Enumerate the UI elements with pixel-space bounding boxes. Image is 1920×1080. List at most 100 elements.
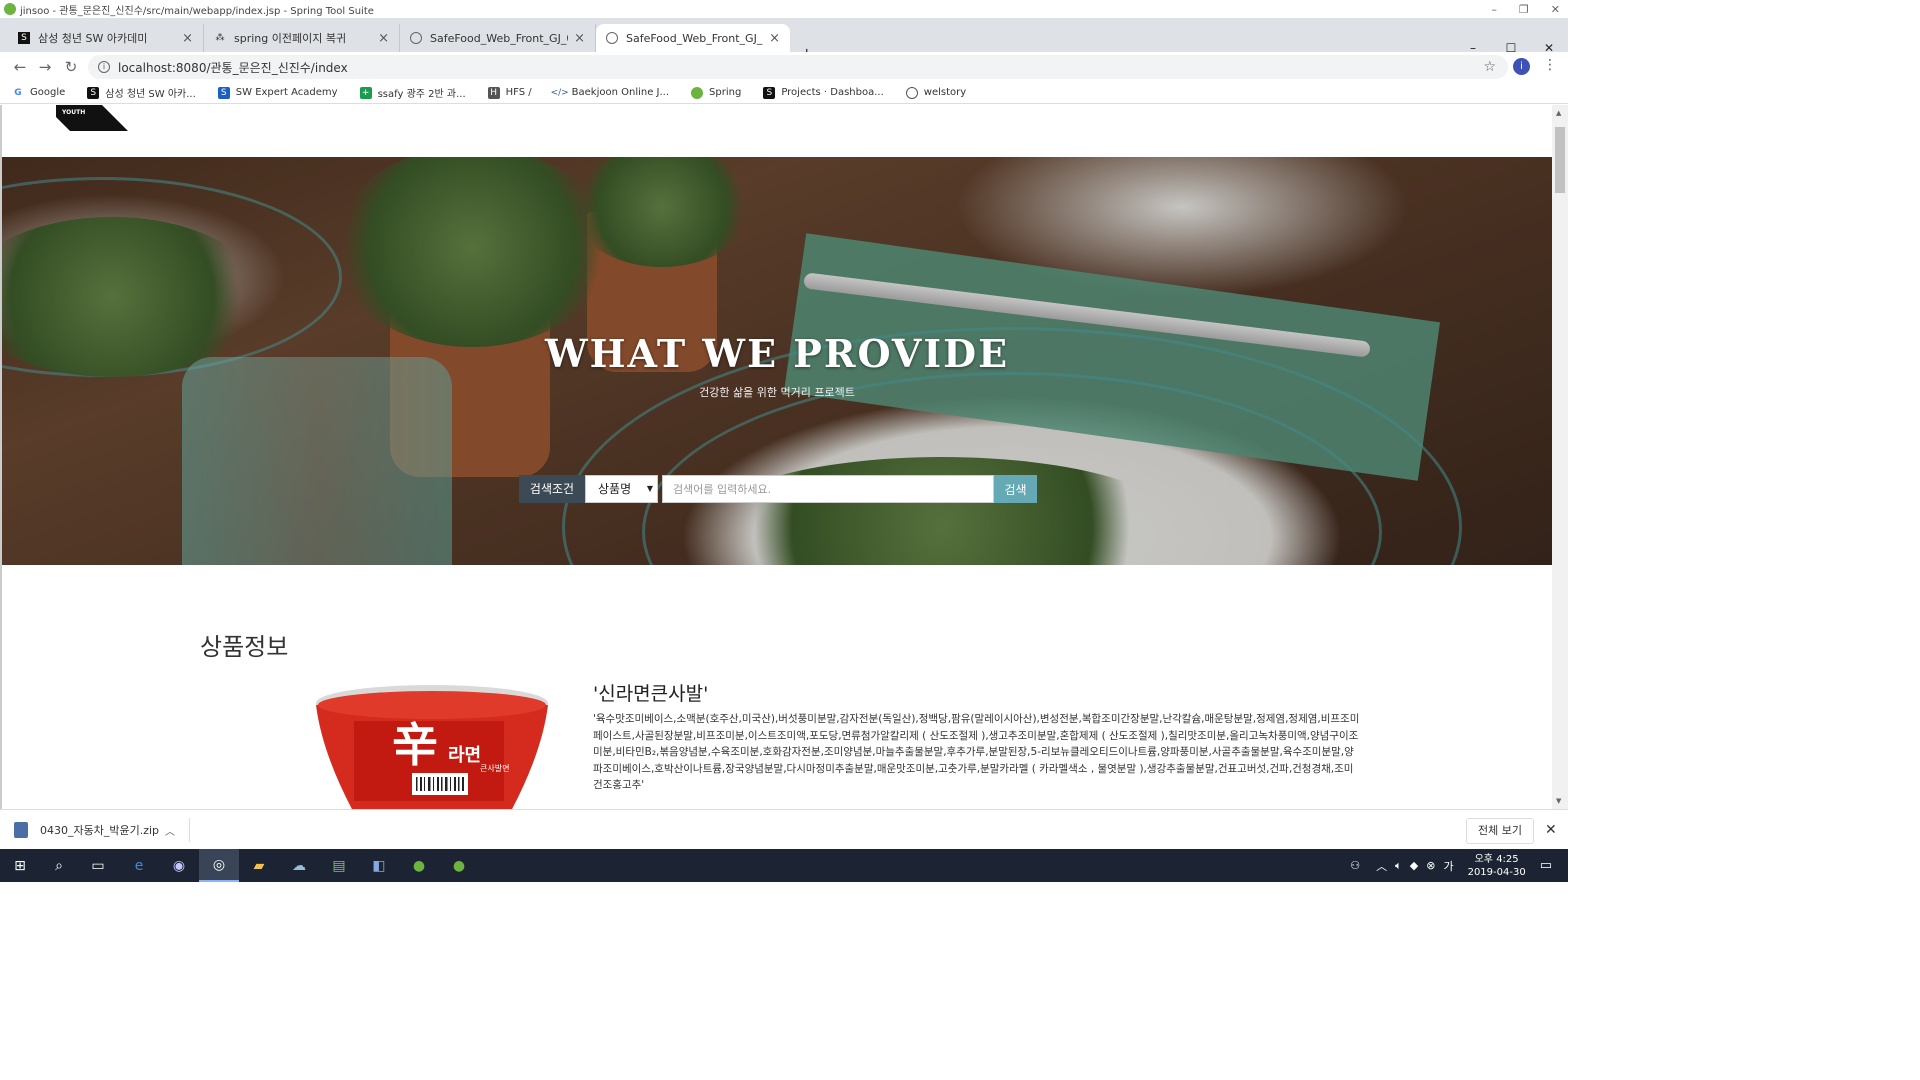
globe-icon (606, 32, 618, 44)
product-image-label-main: 辛 (392, 718, 438, 772)
internet-explorer-icon[interactable]: e (128, 855, 150, 877)
bookmark-spring[interactable]: Spring (691, 86, 741, 99)
address-url: localhost:8080/관통_문은진_신진수/index (118, 60, 348, 75)
outer-window-controls: – ❐ ✕ (1491, 0, 1560, 18)
chevron-up-icon[interactable]: ︿ (165, 823, 175, 838)
tab-ssafy[interactable]: S 삼성 청년 SW 아카데미 × (8, 24, 204, 52)
logo-text: YOUTH (62, 109, 86, 116)
clock-date: 2019-04-30 (1467, 866, 1526, 878)
close-tab-icon[interactable]: × (182, 31, 193, 46)
ssafy-icon: S (87, 86, 100, 99)
close-tab-icon[interactable]: × (574, 31, 585, 46)
notepad-icon[interactable]: ▤ (328, 855, 350, 877)
system-clock[interactable]: 오후 4:25 2019-04-30 (1468, 853, 1526, 879)
back-icon[interactable]: ← (10, 57, 30, 77)
page-scrollbar[interactable]: ▲ ▼ (1552, 105, 1568, 809)
search-button[interactable]: 검색 (994, 475, 1037, 503)
tab-safefood-1[interactable]: SafeFood_Web_Front_GJ_02_문은 × (400, 24, 596, 52)
product-description: '육수맛조미베이스,소맥분(호주산,미국산),버섯풍미분말,감자전분(독일산),… (593, 713, 1360, 791)
spring-tool-suite-icon (4, 3, 16, 15)
spring-icon (691, 86, 704, 99)
profile-avatar[interactable]: i (1513, 58, 1530, 75)
file-explorer-icon[interactable]: ▰ (248, 855, 270, 877)
tab-strip: S 삼성 청년 SW 아카데미 × ⁂ spring 이전페이지 복귀 × Sa… (0, 18, 1568, 63)
scroll-down-icon[interactable]: ▼ (1556, 797, 1561, 805)
bookmark-ssafy-gwangju[interactable]: + ssafy 광주 2반 과... (359, 85, 466, 100)
page-viewport: YOUTH WHAT WE PROVIDE 건강한 삶을 위한 먹거리 프로젝트… (0, 105, 1568, 809)
search-icon[interactable]: ⌕ (48, 855, 70, 877)
github-icon: ⁂ (215, 33, 225, 43)
address-bar[interactable]: i localhost:8080/관통_문은진_신진수/index ☆ (88, 55, 1508, 79)
site-logo[interactable]: YOUTH (56, 105, 128, 131)
volume-icon[interactable]: 🔈︎ (1395, 859, 1402, 873)
task-view-icon[interactable]: ▭ (87, 855, 109, 877)
plus-icon: + (359, 86, 372, 99)
globe-icon (410, 32, 422, 44)
tab-label: spring 이전페이지 복귀 (234, 32, 347, 45)
windows-start-icon[interactable]: ⊞ (9, 855, 31, 877)
download-item[interactable]: 0430_자동차_박윤기.zip ︿ (14, 818, 190, 842)
outer-restore-icon[interactable]: ❐ (1519, 3, 1529, 16)
tab-label: SafeFood_Web_Front_GJ_02_문은 (626, 32, 763, 45)
window-title-bar: jinsoo - 관통_문은진_신진수/src/main/webapp/inde… (0, 0, 1568, 18)
close-tab-icon[interactable]: × (769, 31, 780, 46)
ime-icon[interactable]: 가 (1443, 858, 1453, 874)
bookmark-google[interactable]: G Google (12, 87, 65, 99)
system-tray: ⚇ ︿ 🔈︎ ◆ ⊗ 가 오후 4:25 2019-04-30 ▭ (1350, 849, 1568, 882)
bookmark-welstory[interactable]: welstory (905, 86, 966, 99)
close-tab-icon[interactable]: × (378, 31, 389, 46)
bookmark-ssafy[interactable]: S 삼성 청년 SW 아카... (87, 85, 196, 100)
forward-icon[interactable]: → (35, 57, 55, 77)
bookmark-swea[interactable]: S SW Expert Academy (217, 86, 338, 99)
vscode-icon[interactable]: ◧ (368, 855, 390, 877)
reload-icon[interactable]: ↻ (61, 57, 81, 77)
outer-minimize-icon[interactable]: – (1491, 3, 1497, 16)
browser-toolbar: ← → ↻ i localhost:8080/관통_문은진_신진수/index … (0, 52, 1568, 82)
bookmark-hfs[interactable]: H HFS / (487, 86, 532, 99)
bookmark-gitlab[interactable]: S Projects · Dashboa... (763, 86, 884, 99)
download-filename: 0430_자동차_박윤기.zip (40, 824, 160, 837)
site-info-icon[interactable]: i (98, 61, 110, 73)
product-image-label-sub: 라면 (448, 745, 482, 766)
show-all-downloads-button[interactable]: 전체 보기 (1466, 818, 1534, 844)
product-name: '신라면큰사발' (593, 683, 709, 705)
outer-close-icon[interactable]: ✕ (1551, 3, 1560, 16)
product-image-label-side: 큰사발면 (480, 764, 510, 773)
spring-tool-suite-icon[interactable]: ● (448, 855, 470, 877)
search-input[interactable] (662, 475, 994, 503)
hero-title: WHAT WE PROVIDE (544, 331, 1010, 376)
more-menu-icon[interactable]: ⋮ (1543, 57, 1557, 73)
chrome-taskbar-icon[interactable]: ◎ (199, 849, 239, 882)
chevron-up-icon[interactable]: ︿ (1376, 858, 1387, 874)
spring-tool-suite-icon[interactable]: ● (408, 855, 430, 877)
bookmarks-bar: G Google S 삼성 청년 SW 아카... S SW Expert Acade… (0, 82, 1568, 104)
bookmark-baekjoon[interactable]: </> Baekjoon Online J... (551, 87, 669, 99)
app-icon[interactable]: ☁ (288, 855, 310, 877)
close-download-shelf-icon[interactable]: ✕ (1545, 822, 1557, 838)
gitlab-icon: S (763, 86, 776, 99)
tab-safefood-active[interactable]: SafeFood_Web_Front_GJ_02_문은 × (596, 24, 790, 52)
window-title: jinsoo - 관통_문은진_신진수/src/main/webapp/inde… (20, 5, 374, 17)
tab-label: SafeFood_Web_Front_GJ_02_문은 (430, 32, 568, 45)
google-icon: G (14, 87, 22, 98)
dropdown-arrow-icon: ▼ (646, 484, 653, 493)
dropbox-icon[interactable]: ◆ (1410, 859, 1418, 872)
search-form: 검색조건 상품명 ▼ 검색 (519, 475, 1037, 503)
people-icon[interactable]: ⚇ (1350, 859, 1360, 872)
hero-banner: WHAT WE PROVIDE 건강한 삶을 위한 먹거리 프로젝트 검색조건 … (2, 157, 1552, 565)
scroll-up-icon[interactable]: ▲ (1556, 109, 1561, 117)
tab-github[interactable]: ⁂ spring 이전페이지 복귀 × (204, 24, 400, 52)
bookmark-star-icon[interactable]: ☆ (1483, 59, 1496, 75)
swea-icon: S (217, 86, 230, 99)
network-icon[interactable]: ⊗ (1426, 859, 1435, 872)
search-condition-label: 검색조건 (519, 475, 585, 503)
download-shelf: 0430_자동차_박윤기.zip ︿ 전체 보기 ✕ (0, 809, 1568, 849)
search-condition-select[interactable]: 상품명 ▼ (585, 475, 658, 503)
tab-label: 삼성 청년 SW 아카데미 (38, 32, 148, 45)
scrollbar-thumb[interactable] (1555, 127, 1565, 193)
windows-taskbar: ⊞ ⌕ ▭ e ◉ ◎ ▰ ☁ ▤ ◧ ● ● ⚇ ︿ 🔈︎ ◆ ⊗ 가 오후 … (0, 849, 1568, 882)
section-title: 상품정보 (200, 633, 289, 661)
ssafy-icon: S (18, 32, 30, 44)
notification-icon[interactable]: ▭ (1540, 858, 1552, 873)
eclipse-icon[interactable]: ◉ (168, 855, 190, 877)
